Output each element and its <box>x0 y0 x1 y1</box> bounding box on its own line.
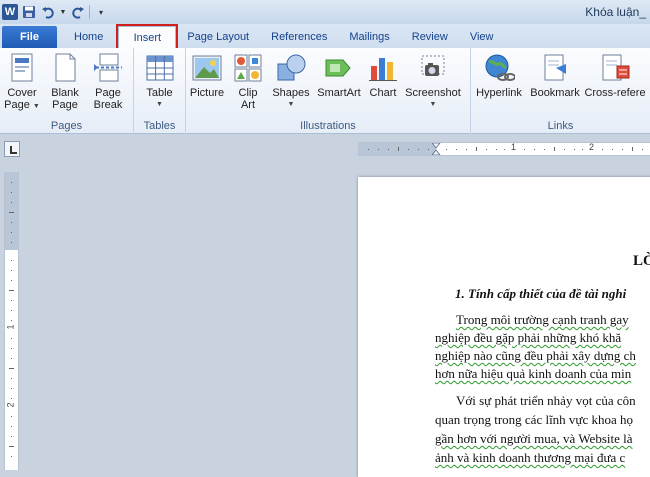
paragraph-1-line-1: Trong môi trường cạnh tranh gay <box>456 312 629 327</box>
page-break-label-1: Page <box>95 87 121 99</box>
blank-page-label-1: Blank <box>51 87 79 99</box>
vertical-ruler[interactable]: 1 2 <box>4 172 19 470</box>
undo-icon[interactable] <box>40 4 56 20</box>
picture-label: Picture <box>189 87 225 99</box>
save-icon[interactable] <box>21 4 37 20</box>
customize-toolbar-icon[interactable]: ▾ <box>93 4 109 20</box>
cross-reference-button[interactable]: Cross-refere <box>583 48 647 118</box>
cross-reference-label: Cross-refere <box>584 87 646 99</box>
tab-insert[interactable]: Insert <box>116 24 179 50</box>
quick-access-toolbar: W ▼ ▾ <box>0 0 109 24</box>
section-title: 1. Tính cấp thiết của đề tài nghi <box>455 286 627 301</box>
document-heading: LỜ <box>633 253 650 269</box>
ruler-bar: 1 2 <box>0 135 650 165</box>
shapes-button[interactable]: Shapes ▼ <box>268 48 314 118</box>
group-label-illustrations: Illustrations <box>300 120 356 132</box>
chart-label: Chart <box>369 87 397 99</box>
table-label: Table <box>146 87 173 99</box>
ribbon-insert: Cover Page ▼ Blank Page Page Break Pages… <box>0 48 650 134</box>
tab-references[interactable]: References <box>260 26 338 48</box>
smartart-icon <box>323 52 355 84</box>
paragraph-2-line-1: Với sự phát triển nhảy vọt của côn <box>456 393 636 408</box>
chart-icon <box>367 52 399 84</box>
tab-page-layout[interactable]: Page Layout <box>176 26 260 48</box>
clip-art-label-1: Clip <box>238 87 258 99</box>
paragraph-2-line-2: quan trọng trong các lĩnh vực khoa họ <box>435 412 634 427</box>
paragraph-1-line-2: nghiệp đều gặp phải những khó khă <box>435 330 622 345</box>
shapes-icon <box>275 52 307 84</box>
hyperlink-button[interactable]: Hyperlink <box>471 48 527 118</box>
horizontal-ruler[interactable]: 1 2 <box>358 142 650 156</box>
table-button[interactable]: Table ▼ <box>134 48 185 118</box>
clip-art-button[interactable]: Clip Art <box>228 48 268 118</box>
bookmark-button[interactable]: Bookmark <box>527 48 583 118</box>
group-links: Hyperlink Bookmark Cross-refere Links <box>471 48 650 134</box>
group-illustrations: Picture Clip Art Shapes ▼ SmartArt Chart… <box>186 48 471 134</box>
group-label-tables: Tables <box>143 120 176 132</box>
bookmark-label: Bookmark <box>530 87 580 99</box>
clip-art-icon <box>232 52 264 84</box>
screenshot-button[interactable]: Screenshot ▼ <box>402 48 464 118</box>
paragraph-2-line-4: ảnh và kinh doanh thương mại đưa c <box>435 450 626 465</box>
undo-dropdown-icon[interactable]: ▼ <box>59 4 67 20</box>
group-label-links: Links <box>547 120 574 132</box>
page-break-icon <box>92 52 124 84</box>
blank-page-label-2: Page <box>52 99 78 111</box>
cover-page-label-2: Page ▼ <box>4 99 40 111</box>
tab-view[interactable]: View <box>459 26 505 48</box>
chart-button[interactable]: Chart <box>364 48 402 118</box>
ruler-mark-1: 1 <box>511 142 517 152</box>
document-title: Khóa luận_ <box>585 5 646 19</box>
table-icon <box>144 52 176 84</box>
vruler-mark-2: 2 <box>5 402 16 408</box>
toolbar-separator <box>89 5 90 19</box>
table-dropdown-icon: ▼ <box>156 101 163 108</box>
paragraph-2-line-3: gần hơn với người mua, và Website là <box>435 431 633 446</box>
screenshot-label: Screenshot <box>405 87 461 99</box>
title-bar: W ▼ ▾ Khóa luận_ <box>0 0 650 24</box>
paragraph-1-line-4: hơn nữa hiệu quả kinh doanh của min <box>435 366 632 381</box>
clip-art-label-2: Art <box>240 99 256 111</box>
tab-mailings[interactable]: Mailings <box>338 26 400 48</box>
group-tables: Table ▼ Tables <box>134 48 186 134</box>
paragraph-1-line-3: nghiệp nào cũng đều phải xây dựng ch <box>435 348 636 363</box>
page-break-button[interactable]: Page Break <box>86 48 130 118</box>
blank-page-button[interactable]: Blank Page <box>44 48 86 118</box>
blank-page-icon <box>49 52 81 84</box>
redo-icon[interactable] <box>70 4 86 20</box>
page-break-label-2: Break <box>93 99 123 111</box>
shapes-label: Shapes <box>272 87 310 99</box>
ribbon-tabs: File Home Insert Page Layout References … <box>0 24 650 50</box>
picture-icon <box>191 52 223 84</box>
hyperlink-icon <box>483 52 516 84</box>
smartart-label: SmartArt <box>317 87 361 99</box>
tab-file[interactable]: File <box>2 26 57 48</box>
ruler-mark-2: 2 <box>589 142 595 152</box>
word-logo-icon[interactable]: W <box>2 4 18 20</box>
vruler-mark-1: 1 <box>5 324 16 330</box>
document-page[interactable]: LỜ 1. Tính cấp thiết của đề tài nghi Tro… <box>358 177 650 477</box>
cover-page-label-1: Cover <box>7 87 37 99</box>
cross-reference-icon <box>599 52 631 84</box>
picture-button[interactable]: Picture <box>186 48 228 118</box>
cover-page-icon <box>6 52 38 84</box>
bookmark-icon <box>539 52 571 84</box>
group-pages: Cover Page ▼ Blank Page Page Break Pages <box>0 48 134 134</box>
group-label-pages: Pages <box>50 120 83 132</box>
smartart-button[interactable]: SmartArt <box>314 48 364 118</box>
tab-review[interactable]: Review <box>401 26 459 48</box>
hyperlink-label: Hyperlink <box>476 87 522 99</box>
cover-page-button[interactable]: Cover Page ▼ <box>0 48 44 118</box>
screenshot-dropdown-icon: ▼ <box>429 101 437 108</box>
tab-home[interactable]: Home <box>63 26 114 48</box>
screenshot-icon <box>417 52 449 84</box>
shapes-dropdown-icon: ▼ <box>287 101 295 108</box>
tab-selector-button[interactable] <box>4 141 20 157</box>
